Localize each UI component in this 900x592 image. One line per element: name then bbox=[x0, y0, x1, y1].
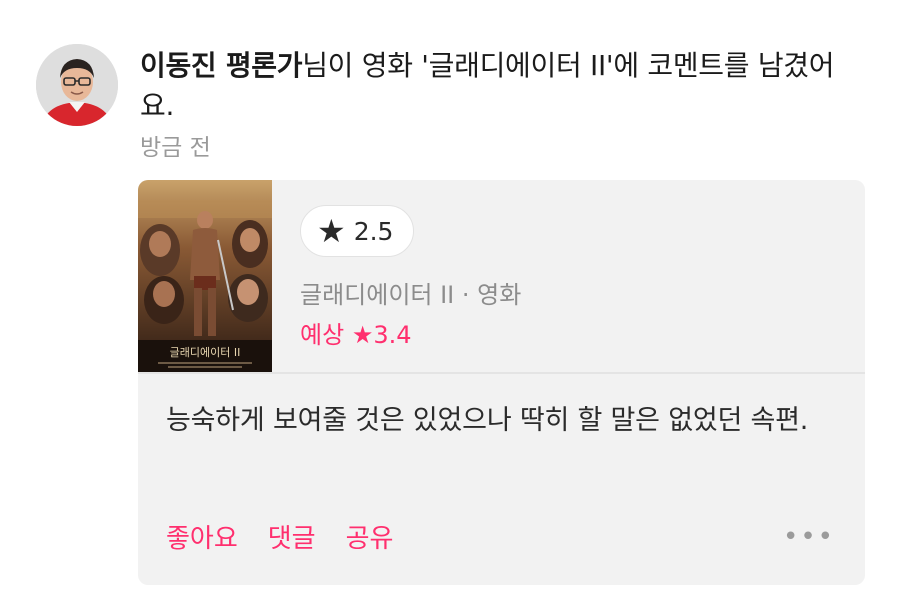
star-icon: ★ bbox=[317, 212, 346, 250]
share-button[interactable]: 공유 bbox=[346, 518, 394, 555]
more-dots-icon[interactable]: ••• bbox=[783, 524, 835, 550]
card-divider bbox=[138, 372, 865, 374]
comment-card[interactable]: 글래디에이터 II ★ 2.5 글래디에이터 II · 영화 예상 ★3.4 능… bbox=[138, 180, 865, 585]
activity-headline: 이동진 평론가님이 영화 '글래디에이터 II'에 코멘트를 남겼어요. bbox=[140, 46, 860, 126]
poster-title: 글래디에이터 II bbox=[170, 346, 241, 359]
timestamp: 방금 전 bbox=[140, 135, 211, 161]
movie-poster[interactable]: 글래디에이터 II bbox=[138, 180, 272, 372]
like-button[interactable]: 좋아요 bbox=[166, 518, 238, 555]
expected-star-icon: ★ bbox=[351, 321, 374, 349]
comment-text[interactable]: 능숙하게 보여줄 것은 있었으나 딱히 할 말은 없었던 속편. bbox=[166, 398, 836, 443]
expected-rating: 예상 ★3.4 bbox=[300, 315, 412, 350]
reply-button[interactable]: 댓글 bbox=[268, 518, 316, 555]
action-bar: 좋아요 댓글 공유 bbox=[166, 518, 393, 555]
expected-label: 예상 bbox=[300, 321, 345, 349]
rating-value: 2.5 bbox=[353, 216, 394, 246]
movie-meta[interactable]: 글래디에이터 II · 영화 bbox=[300, 275, 521, 310]
expected-value: 3.4 bbox=[373, 321, 412, 349]
avatar[interactable] bbox=[36, 44, 118, 126]
author-name[interactable]: 이동진 평론가 bbox=[140, 49, 303, 82]
avatar-image bbox=[36, 44, 118, 126]
my-rating: ★ 2.5 bbox=[300, 205, 415, 257]
